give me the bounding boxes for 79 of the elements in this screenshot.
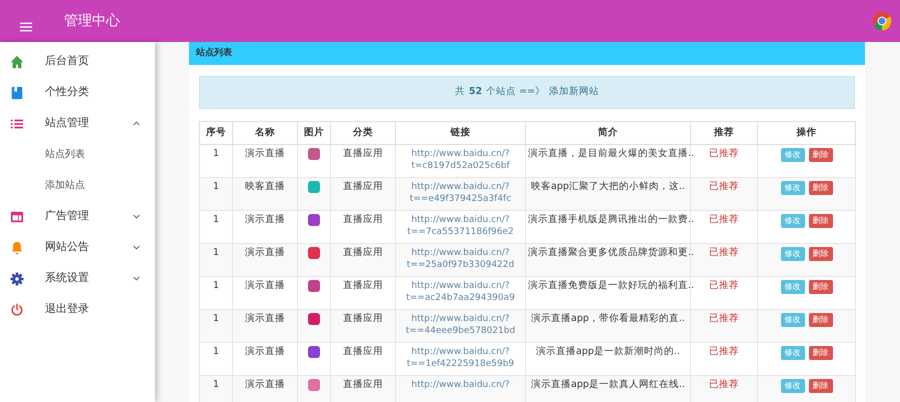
app-icon xyxy=(308,181,320,193)
link-cell[interactable]: http://www.baidu.cn/? t==e49f379425a3f4fc xyxy=(396,178,526,210)
app-icon xyxy=(308,313,320,325)
delete-button[interactable]: 删除 xyxy=(808,247,832,261)
edit-button[interactable]: 修改 xyxy=(780,280,804,294)
app-icon xyxy=(308,148,320,160)
edit-button[interactable]: 修改 xyxy=(780,247,804,261)
table-cell: 1 xyxy=(200,178,232,210)
table-cell: 演示直播 xyxy=(232,244,298,276)
table-cell: 1 xyxy=(200,244,232,276)
column-header: 简介 xyxy=(526,122,690,144)
edit-button[interactable]: 修改 xyxy=(780,346,804,360)
table-cell: 演示直播 xyxy=(232,376,298,402)
book-icon xyxy=(10,86,24,100)
app-icon xyxy=(308,346,320,358)
edit-button[interactable]: 修改 xyxy=(780,313,804,327)
menu-icon xyxy=(19,20,33,34)
column-header: 序号 xyxy=(200,122,232,144)
table-cell: 直播应用 xyxy=(330,376,396,402)
link-cell[interactable]: http://www.baidu.cn/? xyxy=(396,376,526,402)
table-cell: 直播应用 xyxy=(330,244,396,276)
table-cell: 直播应用 xyxy=(330,178,396,210)
settings-icon xyxy=(10,272,24,286)
sidebar-item[interactable]: 系统设置 xyxy=(0,263,155,294)
delete-button[interactable]: 删除 xyxy=(808,280,832,294)
power-icon xyxy=(10,302,24,316)
delete-button[interactable]: 删除 xyxy=(808,379,832,393)
table-cell: 1 xyxy=(200,310,232,342)
browser-logo-icon xyxy=(872,11,892,31)
column-header: 操作 xyxy=(758,122,856,144)
delete-button[interactable]: 删除 xyxy=(808,148,832,162)
site-count: 52 xyxy=(468,85,482,100)
sidebar-item[interactable]: 退出登录 xyxy=(0,294,155,325)
edit-button[interactable]: 修改 xyxy=(780,148,804,162)
table-cell: 演示直播 xyxy=(232,310,298,342)
column-header: 图片 xyxy=(298,122,330,144)
link-cell[interactable]: http://www.baidu.cn/? t==44eee9be578021bd xyxy=(396,310,526,342)
table-cell: 演示直播聚合更多优质品牌货源和更.. xyxy=(526,244,690,276)
table-cell: 映客直播 xyxy=(232,178,298,210)
link-cell[interactable]: http://www.baidu.cn/? t==25a0f97b3309422d xyxy=(396,244,526,276)
bell-icon xyxy=(10,240,24,254)
column-header: 名称 xyxy=(232,122,298,144)
table-cell: 映客app汇聚了大把的小鲜肉，这.. xyxy=(526,178,690,210)
panel-title: 站点列表 xyxy=(189,42,865,65)
edit-button[interactable]: 修改 xyxy=(780,214,804,228)
edit-button[interactable]: 修改 xyxy=(780,181,804,195)
sidebar-item[interactable]: 站点管理 xyxy=(0,108,155,139)
app-title: 管理中心 xyxy=(64,12,120,30)
sidebar-item[interactable]: 网站公告 xyxy=(0,232,155,263)
summary-text: 个站点 ==》 xyxy=(486,85,546,100)
column-header: 链接 xyxy=(396,122,526,144)
sidebar-item[interactable]: 后台首页 xyxy=(0,46,155,77)
summary-text: 共 xyxy=(454,85,465,100)
app-icon xyxy=(308,214,320,226)
add-site-link[interactable]: 添加新网站 xyxy=(549,85,600,100)
sidebar-subitem[interactable]: 添加站点 xyxy=(0,170,155,201)
table-cell: 演示直播app是一款真人网红在线.. xyxy=(526,376,690,402)
table-cell: 1 xyxy=(200,376,232,402)
delete-button[interactable]: 删除 xyxy=(808,313,832,327)
sidebar-item[interactable]: 个性分类 xyxy=(0,77,155,108)
edit-button[interactable]: 修改 xyxy=(780,379,804,393)
column-header: 推荐 xyxy=(690,122,758,144)
recommend-status: 已推荐 xyxy=(690,310,758,342)
recommend-status: 已推荐 xyxy=(690,376,758,402)
app-icon xyxy=(308,379,320,391)
delete-button[interactable]: 删除 xyxy=(808,346,832,360)
column-header: 分类 xyxy=(330,122,396,144)
window-icon xyxy=(10,210,24,224)
app-icon xyxy=(308,247,320,259)
table-cell: 直播应用 xyxy=(330,310,396,342)
app-icon xyxy=(308,280,320,292)
delete-button[interactable]: 删除 xyxy=(808,214,832,228)
table-cell: 演示直播app，带你看最精彩的直.. xyxy=(526,310,690,342)
sidebar-item[interactable]: 广告管理 xyxy=(0,201,155,232)
home-icon xyxy=(10,54,24,68)
sidebar-subitem[interactable]: 站点列表 xyxy=(0,139,155,170)
delete-button[interactable]: 删除 xyxy=(808,181,832,195)
list-icon xyxy=(10,116,24,130)
recommend-status: 已推荐 xyxy=(690,178,758,210)
